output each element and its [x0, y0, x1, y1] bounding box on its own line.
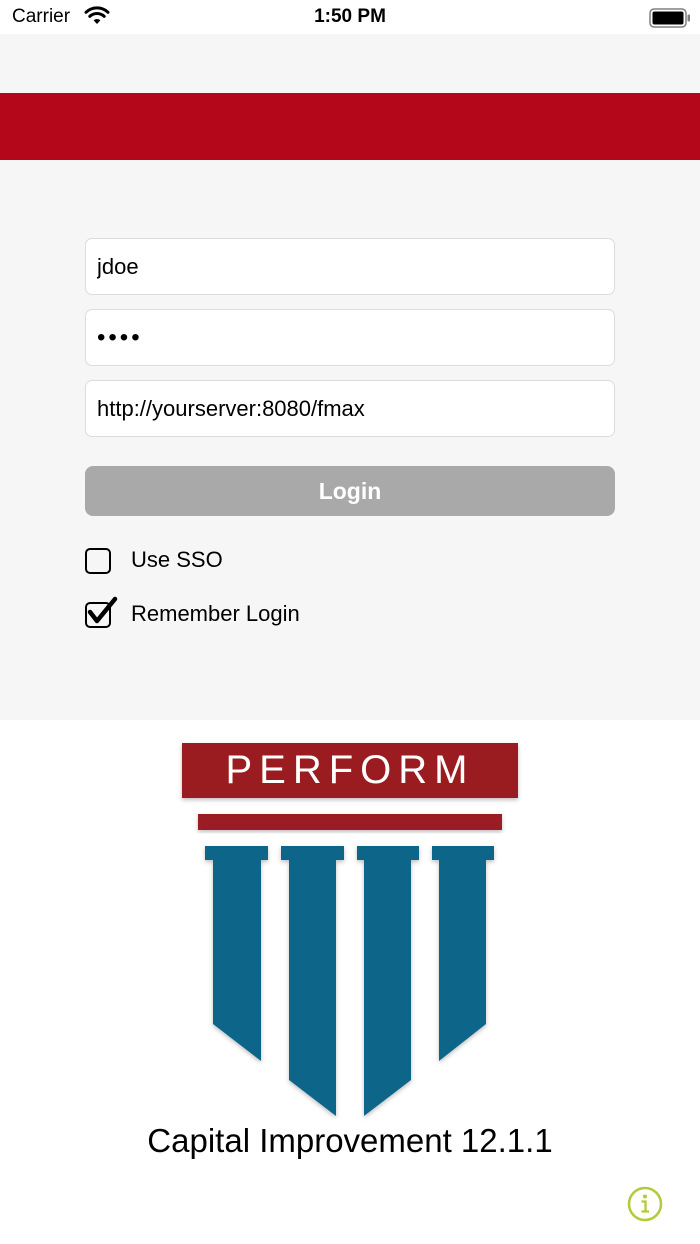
- status-bar: Carrier 1:50 PM: [0, 0, 700, 34]
- checkmark-icon: [87, 596, 118, 623]
- battery-icon: [649, 8, 690, 28]
- status-time: 1:50 PM: [314, 6, 386, 27]
- server-url-field[interactable]: [85, 380, 615, 437]
- info-button[interactable]: [627, 1186, 663, 1222]
- remember-login-checkbox[interactable]: [85, 596, 118, 628]
- perform-logo: PERFORM: [0, 720, 700, 1130]
- use-sso-label: Use SSO: [131, 547, 223, 572]
- remember-login-option[interactable]: Remember Login: [85, 596, 300, 630]
- login-button[interactable]: Login: [85, 466, 615, 516]
- use-sso-option[interactable]: Use SSO: [85, 544, 223, 576]
- product-title: Capital Improvement 12.1.1: [147, 1122, 553, 1159]
- header-band: [0, 93, 700, 160]
- info-icon: [627, 1186, 663, 1222]
- password-field[interactable]: [85, 309, 615, 366]
- username-field[interactable]: [85, 238, 615, 295]
- use-sso-checkbox[interactable]: [85, 547, 111, 574]
- login-panel: Login Use SSO Remember Login: [0, 34, 700, 720]
- remember-login-label: Remember Login: [131, 601, 300, 626]
- logo-columns-graphic: [198, 814, 502, 1116]
